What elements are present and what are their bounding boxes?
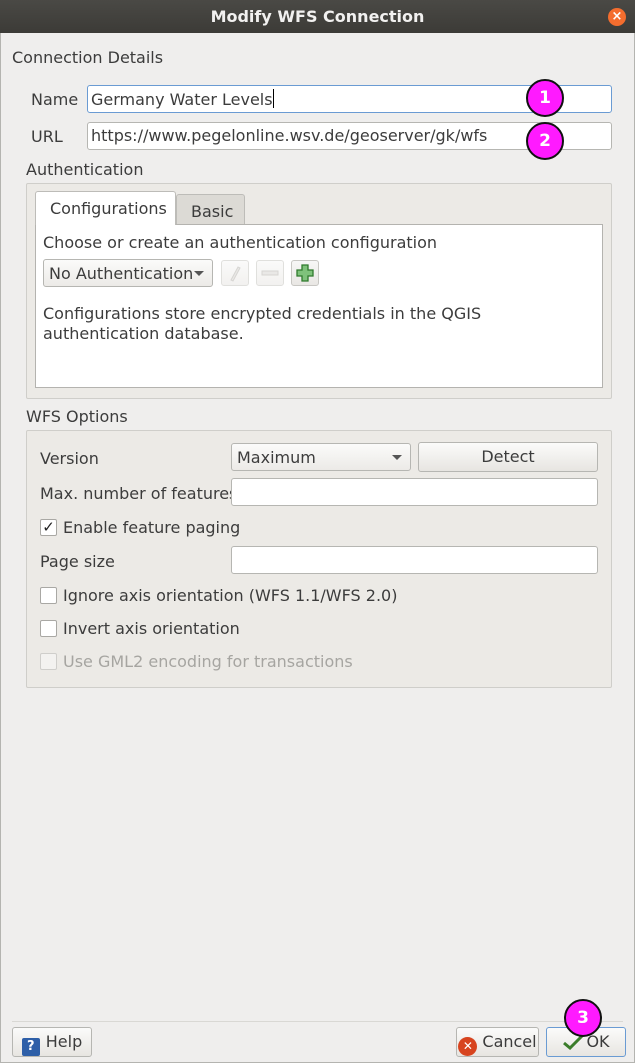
version-select[interactable]: Maximum [231,443,411,471]
cancel-icon: ✕ [458,1037,478,1056]
gml2-label: Use GML2 encoding for transactions [63,652,353,671]
version-label: Version [40,449,99,468]
help-button[interactable]: ? Help [12,1027,92,1057]
ignore-axis-checkbox[interactable] [40,587,57,604]
close-icon[interactable]: × [608,8,626,26]
gml2-checkbox[interactable] [40,653,57,670]
auth-note: Configurations store encrypted credentia… [43,304,482,343]
detect-button[interactable]: Detect [418,442,598,472]
invert-axis-label[interactable]: Invert axis orientation [63,619,240,638]
edit-config-button[interactable] [221,260,249,286]
page-size-label: Page size [40,552,115,571]
enable-paging-label[interactable]: Enable feature paging [63,518,240,537]
invert-axis-checkbox[interactable] [40,620,57,637]
annotation-badge-3: 3 [564,999,602,1037]
auth-config-value: No Authentication [49,264,194,283]
enable-paging-checkbox[interactable]: ✓ [40,519,57,536]
edit-pencil-icon [230,266,241,282]
tab-basic[interactable]: Basic [176,194,245,227]
name-label: Name [31,90,79,109]
add-plus-icon [296,264,314,282]
max-features-label: Max. number of features [40,484,238,503]
url-label: URL [31,127,63,146]
page-size-field[interactable] [231,546,598,574]
annotation-badge-2: 2 [526,122,564,160]
footer-separator [12,1021,623,1022]
version-value: Maximum [237,448,316,467]
url-value: https://www.pegelonline.wsv.de/geoserver… [91,126,488,145]
chevron-down-icon [194,271,204,276]
connection-details-title: Connection Details [12,48,164,67]
annotation-badge-1: 1 [526,79,564,117]
ignore-axis-label[interactable]: Ignore axis orientation (WFS 1.1/WFS 2.0… [63,586,397,605]
name-value: Germany Water Levels [91,90,273,109]
text-caret [272,89,274,108]
dialog-body: Connection Details Name Germany Water Le… [0,33,635,1063]
remove-minus-icon [261,270,279,276]
help-label: Help [45,1032,83,1051]
max-features-field[interactable] [231,478,598,506]
title-bar: Modify WFS Connection × [0,0,635,33]
add-config-button[interactable] [291,260,319,286]
window-title: Modify WFS Connection [210,7,425,26]
auth-config-select[interactable]: No Authentication [43,259,213,287]
tab-configurations[interactable]: Configurations [35,191,176,225]
wfs-options-title: WFS Options [26,407,128,426]
cancel-button[interactable]: ✕ Cancel [456,1027,539,1057]
cancel-label: Cancel [482,1032,537,1051]
remove-config-button[interactable] [256,260,284,286]
help-icon: ? [21,1038,40,1056]
authentication-title: Authentication [26,160,144,179]
chevron-down-icon [392,455,402,460]
auth-prompt: Choose or create an authentication confi… [43,233,438,252]
